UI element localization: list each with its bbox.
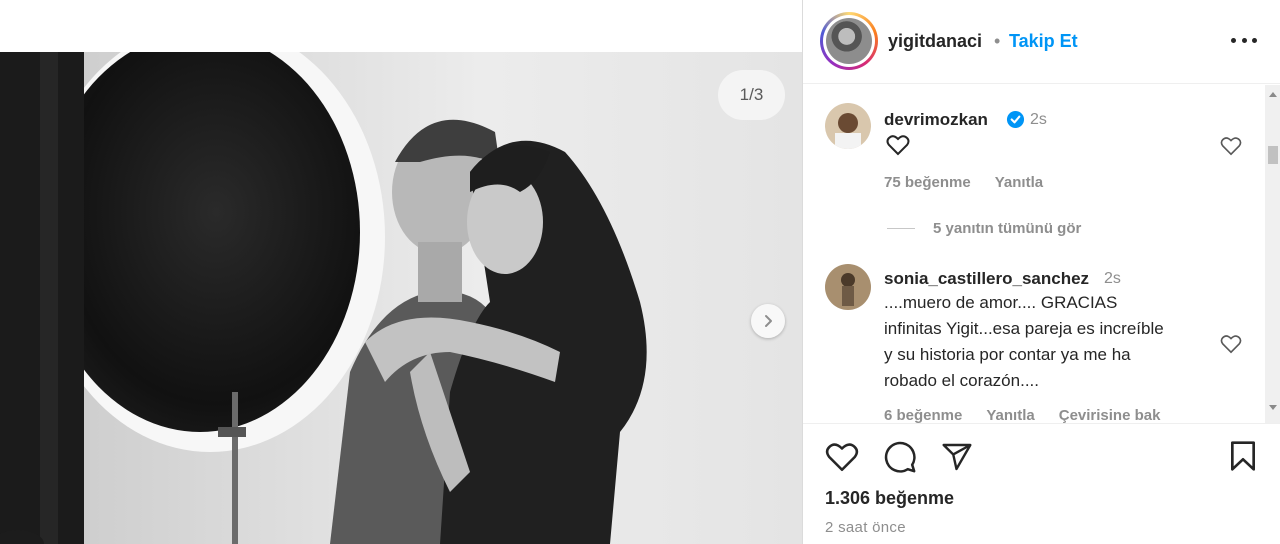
post-photo bbox=[0, 52, 802, 544]
comments-scrollbar[interactable] bbox=[1265, 85, 1280, 423]
scrollbar-thumb[interactable] bbox=[1268, 146, 1278, 164]
scroll-up-arrow-icon[interactable] bbox=[1269, 92, 1277, 97]
comment-text-line: infinitas Yigit...esa pareja es increíbl… bbox=[884, 319, 1164, 338]
post-header: yigitdanaci • Takip Et bbox=[803, 0, 1280, 84]
comment-likes[interactable]: 75 beğenme bbox=[884, 174, 971, 191]
post-likes-count[interactable]: 1.306 beğenme bbox=[825, 488, 954, 509]
slide-counter: 1/3 bbox=[718, 70, 785, 120]
like-comment-heart-icon[interactable] bbox=[1220, 334, 1242, 354]
comment-text: ....muero de amor.... GRACIAS infinitas … bbox=[884, 290, 1164, 394]
instagram-post-view: 1/3 yigitdanaci • Takip Et devrimozkan 2… bbox=[0, 0, 1280, 544]
heart-icon[interactable] bbox=[825, 441, 859, 473]
comment-meta: 6 beğenme Yanıtla Çevirisine bak bbox=[884, 407, 1184, 423]
reply-button[interactable]: Yanıtla bbox=[995, 174, 1043, 191]
follow-button[interactable]: Takip Et bbox=[1009, 31, 1078, 52]
verified-badge-icon bbox=[1006, 110, 1025, 129]
scroll-down-arrow-icon[interactable] bbox=[1269, 405, 1277, 410]
comment-time: 2s bbox=[1030, 111, 1047, 128]
post-sidebar: yigitdanaci • Takip Et devrimozkan 2s 75… bbox=[802, 0, 1280, 544]
comment-text-line: robado el corazón.... bbox=[884, 371, 1039, 390]
author-username[interactable]: yigitdanaci bbox=[888, 31, 982, 52]
post-media[interactable]: 1/3 bbox=[0, 52, 802, 544]
share-icon[interactable] bbox=[941, 441, 973, 473]
chevron-right-icon bbox=[765, 315, 772, 327]
comment-heart-emoji-icon bbox=[886, 135, 910, 156]
bookmark-icon[interactable] bbox=[1229, 440, 1257, 472]
author-avatar[interactable] bbox=[820, 12, 878, 70]
comment-icon[interactable] bbox=[883, 440, 917, 474]
commenter-avatar[interactable] bbox=[825, 103, 871, 149]
more-options-icon[interactable] bbox=[1231, 30, 1257, 50]
translate-button[interactable]: Çevirisine bak bbox=[1059, 407, 1161, 423]
like-comment-heart-icon[interactable] bbox=[1220, 136, 1242, 156]
view-replies-button[interactable]: 5 yanıtın tümünü gör bbox=[887, 220, 1081, 237]
post-actions: 1.306 beğenme 2 saat önce bbox=[803, 423, 1280, 544]
comment-likes[interactable]: 6 beğenme bbox=[884, 407, 962, 423]
next-slide-button[interactable] bbox=[751, 304, 785, 338]
media-top-area bbox=[0, 0, 802, 52]
view-replies-label: 5 yanıtın tümünü gör bbox=[933, 220, 1082, 237]
comment-text-line: ....muero de amor.... GRACIAS bbox=[884, 293, 1118, 312]
comment-text-line: y su historia por contar ya me ha bbox=[884, 345, 1131, 364]
comment-username[interactable]: devrimozkan bbox=[884, 110, 988, 130]
comment-meta: 75 beğenme Yanıtla bbox=[884, 174, 1067, 191]
post-timestamp: 2 saat önce bbox=[825, 519, 906, 536]
commenter-avatar[interactable] bbox=[825, 264, 871, 310]
comment-username[interactable]: sonia_castillero_sanchez bbox=[884, 269, 1089, 289]
separator-dot: • bbox=[994, 31, 1001, 51]
reply-button[interactable]: Yanıtla bbox=[986, 407, 1034, 423]
comment-time: 2s bbox=[1104, 270, 1121, 287]
comments-list[interactable]: devrimozkan 2s 75 beğenme Yanıtla 5 yanıt… bbox=[803, 85, 1280, 423]
